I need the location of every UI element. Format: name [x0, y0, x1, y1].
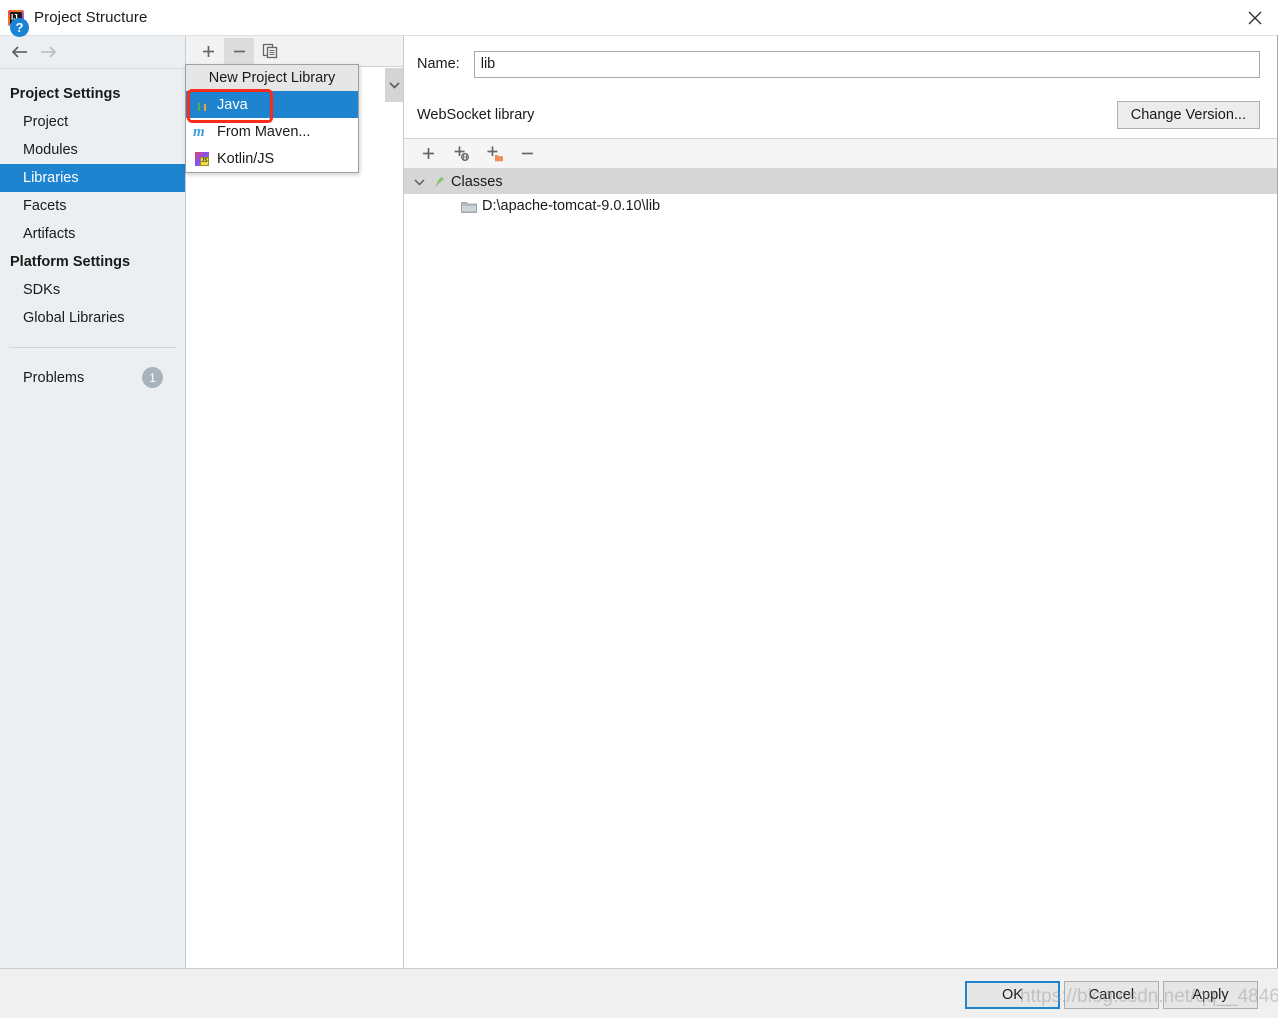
library-list-toolbar: [186, 36, 403, 67]
tree-node-classpath-entry-label: D:\apache-tomcat-9.0.10\lib: [482, 198, 661, 214]
tree-node-classes-label: Classes: [451, 173, 503, 190]
navigation-bar: [0, 36, 185, 69]
classes-folder-icon: [429, 174, 451, 190]
sidebar-item-libraries[interactable]: Libraries: [0, 164, 185, 192]
maven-icon: m: [193, 123, 205, 140]
library-name-row: Name:: [404, 36, 1278, 92]
library-detail-panel: Name: WebSocket library Change Version..…: [404, 35, 1278, 968]
sidebar-group-platform-settings: Platform Settings: [10, 254, 131, 270]
menu-item-java-label: Java: [217, 96, 248, 113]
window-title: Project Structure: [34, 9, 148, 26]
close-icon[interactable]: [1232, 0, 1278, 35]
menu-item-from-maven[interactable]: m From Maven...: [186, 118, 358, 145]
menu-item-from-maven-label: From Maven...: [217, 123, 311, 140]
menu-item-kotlin-js-label: Kotlin/JS: [217, 150, 275, 167]
menu-item-kotlin-js[interactable]: JS Kotlin/JS: [186, 145, 358, 172]
tree-node-classes[interactable]: Classes: [404, 169, 1278, 194]
ok-button[interactable]: OK: [965, 981, 1060, 1009]
arrow-right-icon[interactable]: [34, 39, 62, 65]
sidebar-list: Project Settings Project Modules Librari…: [0, 69, 185, 392]
change-version-button[interactable]: Change Version...: [1116, 101, 1260, 129]
apply-button[interactable]: Apply: [1163, 981, 1258, 1009]
minus-icon[interactable]: [224, 38, 254, 64]
library-type-label: WebSocket library: [417, 107, 535, 123]
help-icon[interactable]: ?: [10, 18, 29, 37]
sidebar-group-project-settings: Project Settings: [10, 86, 121, 102]
project-structure-dialog: IJ Project Structure Project Settings Pr…: [0, 0, 1278, 1018]
library-name-input[interactable]: [473, 50, 1260, 78]
folder-icon: [461, 200, 477, 213]
sidebar-item-problems[interactable]: Problems 1: [0, 363, 185, 392]
plus-icon[interactable]: [193, 38, 223, 64]
sidebar-item-artifacts[interactable]: Artifacts: [0, 220, 185, 248]
plus-folder-icon[interactable]: [478, 141, 511, 167]
problems-count-badge: 1: [142, 367, 163, 388]
library-version-row: WebSocket library Change Version...: [404, 92, 1278, 139]
kotlin-js-icon: JS: [193, 151, 211, 167]
copy-icon[interactable]: [255, 38, 285, 64]
title-bar: IJ Project Structure: [0, 0, 1278, 35]
sidebar-item-global-libraries[interactable]: Global Libraries: [0, 304, 185, 332]
sidebar-item-project[interactable]: Project: [0, 108, 185, 136]
menu-header: New Project Library: [186, 65, 358, 91]
chevron-down-icon[interactable]: [409, 178, 429, 186]
sidebar-divider: [9, 347, 176, 348]
sidebar-item-modules[interactable]: Modules: [0, 136, 185, 164]
chevron-down-icon[interactable]: [385, 68, 403, 102]
cancel-button[interactable]: Cancel: [1064, 981, 1159, 1009]
java-icon: [193, 97, 211, 113]
plus-url-icon[interactable]: [445, 141, 478, 167]
new-project-library-menu: New Project Library Java m From Maven...…: [185, 64, 359, 173]
minus-icon[interactable]: [511, 141, 544, 167]
menu-item-java[interactable]: Java: [186, 91, 358, 118]
sidebar-item-sdks[interactable]: SDKs: [0, 276, 185, 304]
plus-icon[interactable]: [412, 141, 445, 167]
library-name-label: Name:: [417, 56, 460, 72]
library-list-panel: [186, 35, 404, 968]
sidebar-item-problems-label: Problems: [23, 369, 85, 386]
tree-node-classpath-entry[interactable]: D:\apache-tomcat-9.0.10\lib: [404, 194, 1278, 218]
classes-tree-toolbar: [404, 139, 1278, 169]
sidebar: Project Settings Project Modules Librari…: [0, 35, 186, 968]
sidebar-item-facets[interactable]: Facets: [0, 192, 185, 220]
arrow-left-icon[interactable]: [6, 39, 34, 65]
